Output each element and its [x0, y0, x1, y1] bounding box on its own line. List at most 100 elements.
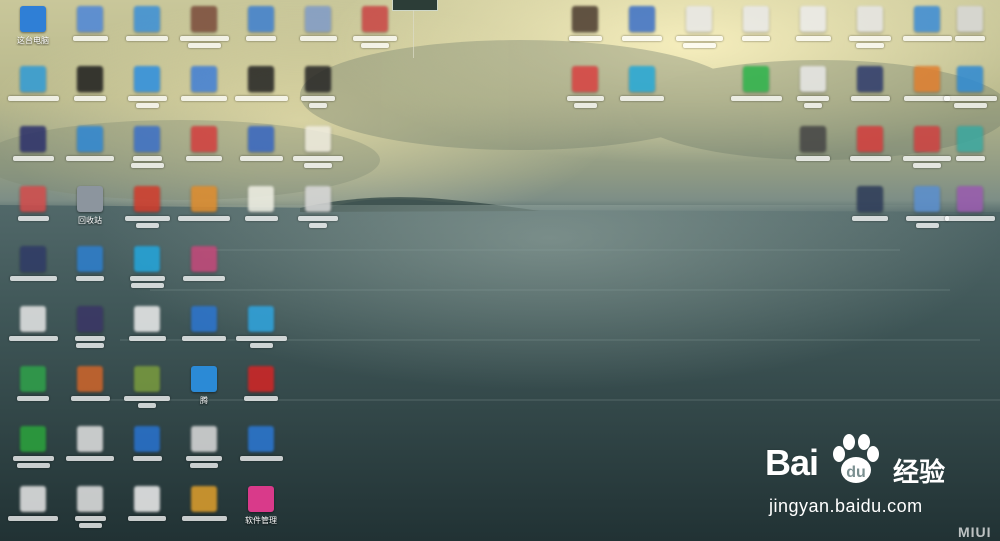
obscured-label — [190, 463, 218, 468]
desktop-icon[interactable] — [2, 122, 64, 180]
desktop-icon[interactable] — [230, 122, 292, 180]
desktop-icon[interactable] — [2, 62, 64, 120]
desktop-icon[interactable] — [725, 2, 787, 60]
desktop-icon[interactable] — [173, 242, 235, 300]
desktop-icon[interactable] — [725, 62, 787, 120]
desktop-icon[interactable] — [939, 2, 1000, 60]
app-icon — [191, 186, 217, 212]
desktop-icon[interactable] — [782, 2, 844, 60]
desktop-icon[interactable] — [839, 122, 901, 180]
desktop-icon[interactable] — [116, 302, 178, 360]
desktop-icon[interactable] — [116, 182, 178, 240]
desktop-icon[interactable] — [230, 2, 292, 60]
desktop-icon[interactable] — [939, 62, 1000, 120]
desktop-icon[interactable] — [116, 62, 178, 120]
desktop-icon[interactable] — [839, 62, 901, 120]
desktop-icon[interactable] — [59, 422, 121, 480]
app-icon — [305, 186, 331, 212]
desktop-icon[interactable]: 软件管理 — [230, 482, 292, 540]
app-icon — [77, 366, 103, 392]
desktop-icon[interactable] — [611, 62, 673, 120]
desktop-icon[interactable] — [782, 62, 844, 120]
desktop-icon[interactable] — [173, 302, 235, 360]
obscured-label — [179, 36, 229, 41]
desktop-icon[interactable] — [554, 62, 616, 120]
desktop-icon[interactable] — [2, 242, 64, 300]
desktop-icon[interactable] — [59, 242, 121, 300]
desktop-icon[interactable] — [668, 2, 730, 60]
desktop-icon[interactable] — [554, 2, 616, 60]
obscured-label — [568, 36, 602, 41]
obscured-label — [124, 396, 170, 401]
obscured-label — [797, 96, 829, 101]
app-icon — [20, 186, 46, 212]
app-icon — [800, 66, 826, 92]
desktop-icon[interactable] — [344, 2, 406, 60]
desktop-icon[interactable] — [2, 362, 64, 420]
desktop-icon[interactable]: 腾 — [173, 362, 235, 420]
desktop-icon[interactable] — [2, 302, 64, 360]
app-icon — [914, 66, 940, 92]
desktop-icon[interactable] — [287, 2, 349, 60]
desktop-icon[interactable]: 这台电脑 — [2, 2, 64, 60]
app-icon — [686, 6, 712, 32]
obscured-label — [573, 103, 597, 108]
desktop-icon[interactable] — [59, 62, 121, 120]
obscured-label — [135, 103, 159, 108]
desktop-icon[interactable] — [230, 182, 292, 240]
desktop-icon[interactable] — [173, 2, 235, 60]
miui-corner-mark: MIUI — [958, 524, 992, 540]
desktop-icon[interactable] — [116, 362, 178, 420]
desktop-icon[interactable] — [939, 182, 1000, 240]
desktop-icon[interactable] — [230, 362, 292, 420]
desktop-icon[interactable] — [116, 2, 178, 60]
obscured-label — [796, 156, 830, 161]
obscured-label — [130, 283, 164, 288]
desktop-icon[interactable] — [173, 422, 235, 480]
desktop-icon[interactable] — [173, 122, 235, 180]
desktop-icon[interactable] — [116, 122, 178, 180]
desktop-icon[interactable] — [116, 422, 178, 480]
desktop-icon[interactable] — [287, 62, 349, 120]
desktop-icon[interactable] — [611, 2, 673, 60]
app-icon — [191, 126, 217, 152]
desktop-icon[interactable] — [59, 482, 121, 540]
app-icon — [191, 366, 217, 392]
desktop-icon[interactable] — [939, 122, 1000, 180]
obscured-label — [849, 36, 891, 41]
app-icon — [800, 126, 826, 152]
desktop-icon[interactable] — [116, 242, 178, 300]
desktop-icon[interactable] — [2, 182, 64, 240]
desktop-icon[interactable] — [173, 182, 235, 240]
desktop-icon[interactable] — [116, 482, 178, 540]
app-icon — [957, 126, 983, 152]
obscured-label — [132, 456, 162, 461]
baidu-paw-icon: du — [833, 434, 879, 483]
obscured-label — [135, 223, 159, 228]
desktop-icon[interactable] — [59, 302, 121, 360]
desktop-icon[interactable] — [59, 122, 121, 180]
desktop-icon[interactable] — [230, 422, 292, 480]
desktop-icon[interactable] — [2, 482, 64, 540]
obscured-label — [856, 43, 884, 48]
desktop-icon[interactable] — [782, 122, 844, 180]
desktop-icon[interactable] — [59, 362, 121, 420]
desktop-icon[interactable]: 回收站 — [59, 182, 121, 240]
desktop-icon[interactable] — [230, 62, 292, 120]
desktop-icon[interactable] — [287, 182, 349, 240]
desktop-icon[interactable] — [839, 2, 901, 60]
obscured-label — [178, 216, 230, 221]
desktop-icon[interactable] — [287, 122, 349, 180]
app-icon — [77, 246, 103, 272]
app-icon — [20, 246, 46, 272]
obscured-label — [16, 463, 50, 468]
obscured-label — [309, 223, 327, 228]
desktop-icon[interactable] — [173, 62, 235, 120]
obscured-label — [8, 336, 58, 341]
desktop-icon[interactable] — [173, 482, 235, 540]
obscured-label — [301, 96, 335, 101]
desktop-icon[interactable] — [230, 302, 292, 360]
desktop-icon[interactable] — [59, 2, 121, 60]
desktop-icon[interactable] — [2, 422, 64, 480]
desktop-icon[interactable] — [839, 182, 901, 240]
